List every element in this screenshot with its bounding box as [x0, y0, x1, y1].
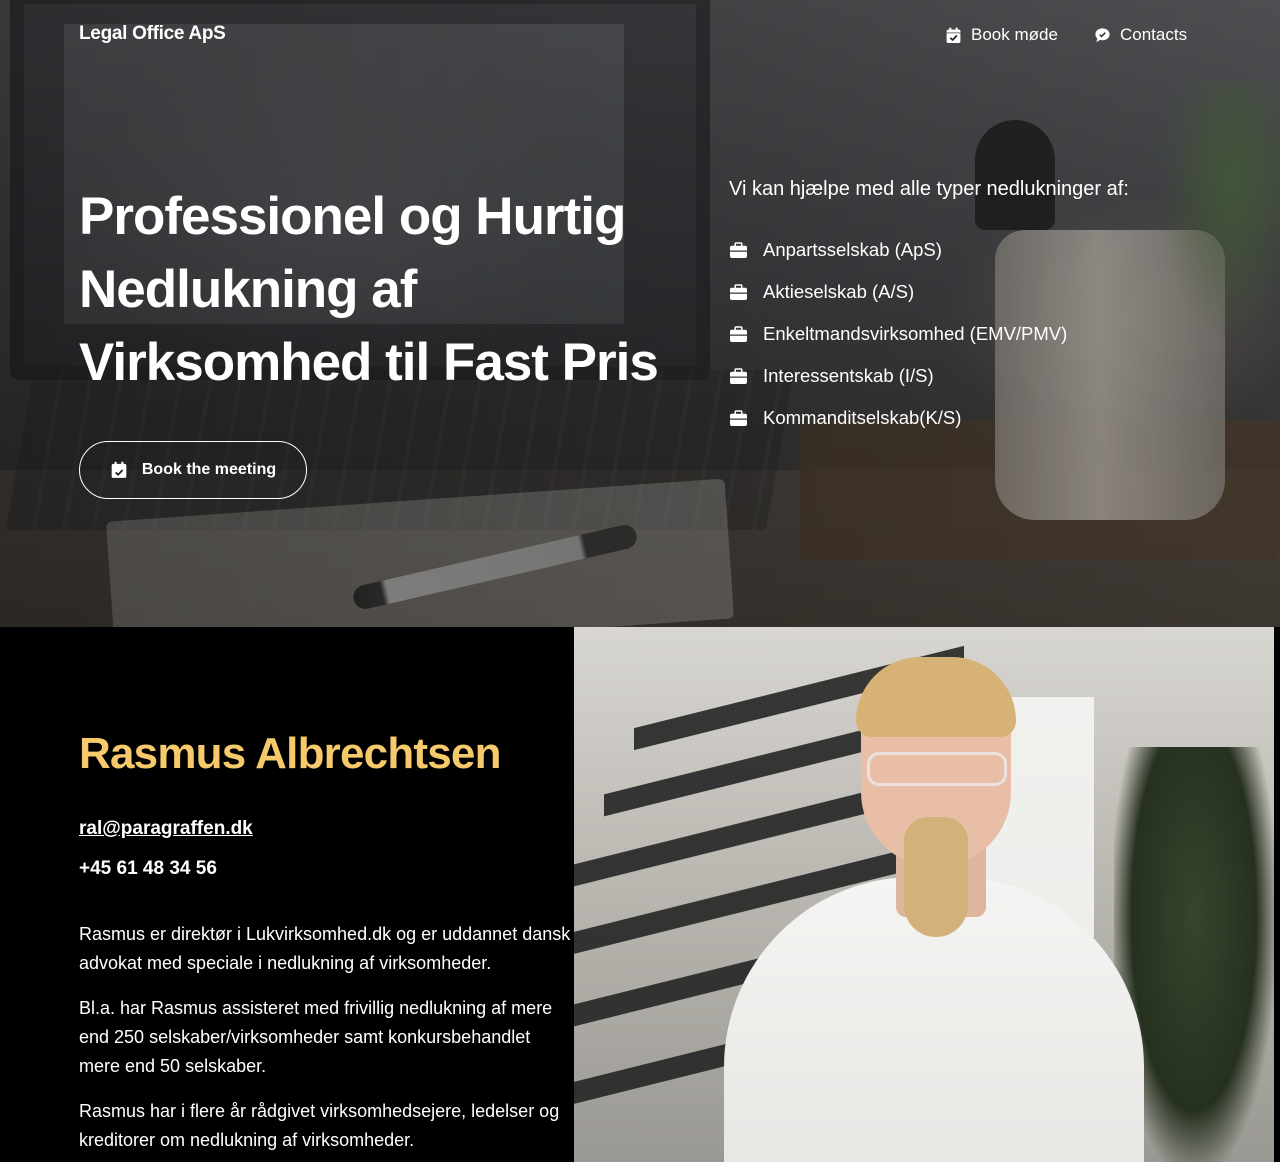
briefcase-icon: [730, 283, 747, 300]
company-type-item: Kommanditselskab(K/S): [729, 397, 1067, 439]
brand-logo[interactable]: Legal Office ApS: [79, 23, 226, 45]
bio-paragraph: Rasmus har i flere år rådgivet virksomhe…: [79, 1101, 560, 1150]
briefcase-icon: [730, 241, 747, 258]
profile-photo: [574, 627, 1274, 1162]
hero-section: Legal Office ApS Book møde Contacts Prof…: [0, 0, 1280, 627]
profile-phone: +45 61 48 34 56: [79, 858, 217, 879]
help-heading: Vi kan hjælpe med alle typer nedlukninge…: [729, 178, 1129, 200]
bio-paragraph: Rasmus er direktør i Lukvirksomhed.dk og…: [79, 924, 571, 973]
book-meeting-label: Book the meeting: [141, 461, 277, 478]
calendar-check-icon: [111, 461, 127, 478]
briefcase-icon: [730, 367, 747, 384]
company-type-label: Anpartsselskab (ApS): [763, 239, 942, 260]
company-type-label: Interessentskab (I/S): [763, 365, 934, 386]
company-type-label: Enkeltmandsvirksomhed (EMV/PMV): [763, 323, 1068, 344]
nav-contacts-label: Contacts: [1120, 25, 1188, 44]
profile-email-link[interactable]: ral@paragraffen.dk: [79, 818, 253, 840]
bio-paragraph: Bl.a. har Rasmus assisteret med frivilli…: [79, 998, 553, 1076]
hero-title: Professionel og Hurtig Nedlukning af Vir…: [79, 187, 659, 392]
nav-book-label: Book møde: [971, 25, 1058, 44]
company-type-item: Anpartsselskab (ApS): [729, 229, 1067, 271]
company-type-item: Enkeltmandsvirksomhed (EMV/PMV): [729, 313, 1067, 355]
company-type-item: Aktieselskab (A/S): [729, 271, 1067, 313]
profile-name: Rasmus Albrechtsen: [79, 729, 501, 778]
calendar-check-icon: [946, 27, 961, 43]
briefcase-icon: [730, 325, 747, 342]
company-type-list: Anpartsselskab (ApS) Aktieselskab (A/S) …: [729, 229, 1067, 439]
book-meeting-button[interactable]: Book the meeting: [79, 441, 307, 499]
company-type-label: Aktieselskab (A/S): [763, 281, 915, 302]
nav-book-meeting[interactable]: Book møde: [945, 25, 1058, 45]
company-type-label: Kommanditselskab(K/S): [763, 407, 962, 428]
briefcase-icon: [730, 409, 747, 426]
profile-bio: Rasmus er direktør i Lukvirksomhed.dk og…: [79, 920, 574, 1162]
nav-contacts[interactable]: Contacts: [1094, 25, 1187, 45]
profile-section: Rasmus Albrechtsen ral@paragraffen.dk +4…: [0, 627, 574, 1162]
company-type-item: Interessentskab (I/S): [729, 355, 1067, 397]
chat-bubble-icon: [1095, 27, 1110, 42]
